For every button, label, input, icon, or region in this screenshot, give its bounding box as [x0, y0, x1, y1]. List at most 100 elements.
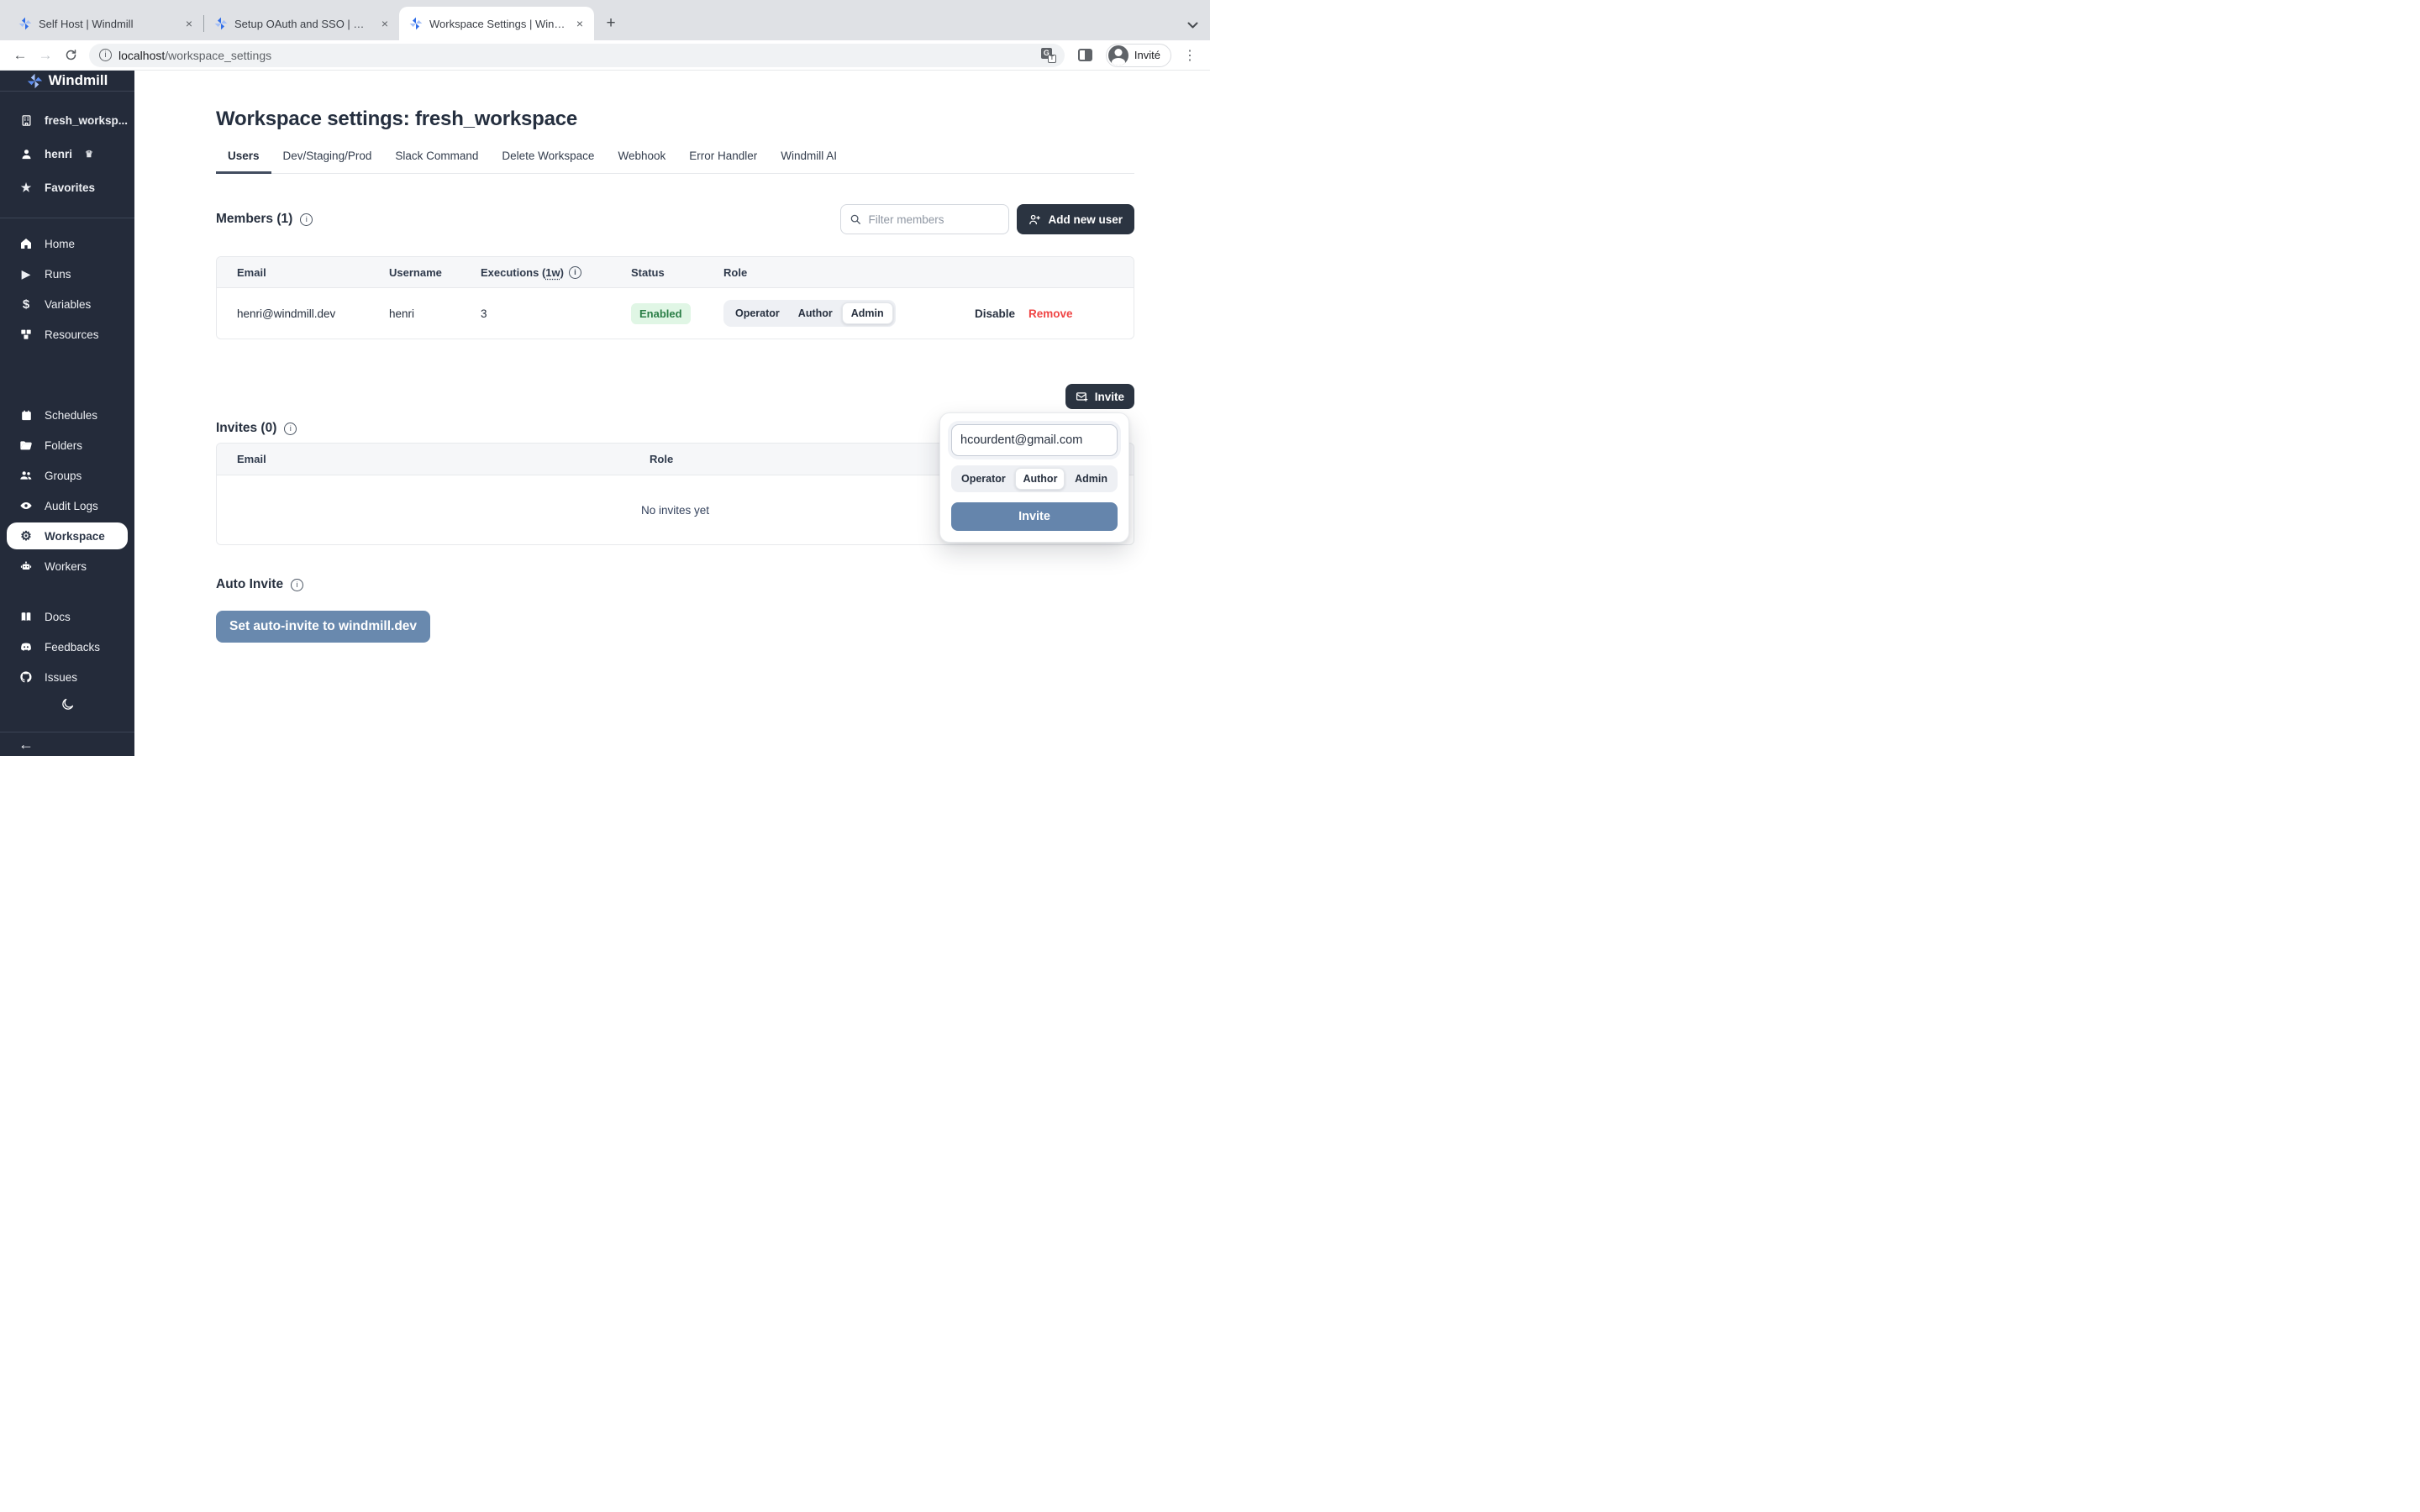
role-author[interactable]: Author — [1015, 468, 1065, 490]
sidebar-item-docs[interactable]: Docs — [0, 601, 134, 632]
auto-invite-heading: Auto Invite — [216, 577, 283, 592]
tab-users[interactable]: Users — [216, 144, 271, 173]
tab-webhook[interactable]: Webhook — [606, 144, 677, 173]
close-icon[interactable]: × — [572, 16, 587, 31]
sidebar-item-feedbacks[interactable]: Feedbacks — [0, 632, 134, 662]
user-icon — [18, 148, 34, 160]
info-icon[interactable] — [300, 213, 313, 226]
browser-profile-button[interactable]: Invité — [1106, 44, 1171, 67]
profile-avatar-icon — [1108, 45, 1128, 66]
collapse-sidebar-icon[interactable]: ← — [18, 736, 34, 753]
user-plus-icon — [1028, 213, 1041, 226]
remove-button[interactable]: Remove — [1028, 307, 1073, 320]
filter-members-input[interactable] — [868, 213, 1000, 226]
star-icon: ★ — [18, 181, 34, 193]
address-bar[interactable]: localhost/workspace_settings GT — [89, 44, 1065, 67]
moon-icon — [62, 700, 72, 710]
tab-error-handler[interactable]: Error Handler — [677, 144, 769, 173]
new-tab-button[interactable]: + — [599, 12, 623, 35]
tab-title: Self Host | Windmill — [39, 18, 175, 30]
tab-strip: Self Host | Windmill × Setup OAuth and S… — [0, 0, 1210, 40]
back-button[interactable]: ← — [8, 44, 32, 67]
sidebar-item-workers[interactable]: Workers — [0, 551, 134, 581]
profile-name: Invité — [1134, 49, 1160, 61]
workspace-name: fresh_worksp... — [45, 114, 128, 127]
tab-slack-command[interactable]: Slack Command — [383, 144, 490, 173]
brand-name: Windmill — [49, 72, 108, 89]
sidebar-item-home[interactable]: Home — [0, 228, 134, 259]
info-icon[interactable] — [291, 579, 303, 591]
sidebar-item-folders[interactable]: Folders — [0, 430, 134, 460]
sidebar-item-variables[interactable]: $ Variables — [0, 289, 134, 319]
invite-role-toggle: Operator Author Admin — [951, 465, 1118, 492]
member-email: henri@windmill.dev — [237, 307, 389, 320]
status-badge: Enabled — [631, 303, 691, 324]
main-content: Workspace settings: fresh_workspace User… — [134, 71, 1210, 756]
tab-dev-staging-prod[interactable]: Dev/Staging/Prod — [271, 144, 384, 173]
sidebar-item-workspace-switcher[interactable]: fresh_worksp... — [0, 103, 134, 137]
sidebar-item-audit-logs[interactable]: Audit Logs — [0, 491, 134, 521]
windmill-favicon — [18, 17, 32, 30]
sidebar-item-user[interactable]: henri ♛ — [0, 137, 134, 171]
windmill-favicon — [214, 17, 228, 30]
gear-icon: ⚙ — [18, 530, 34, 543]
sidebar-item-issues[interactable]: Issues — [0, 662, 134, 692]
invites-heading: Invites (0) — [216, 421, 276, 436]
info-icon[interactable] — [569, 266, 581, 279]
tab-title: Workspace Settings | Windmill — [429, 18, 566, 30]
sidebar-item-favorites[interactable]: ★ Favorites — [0, 171, 134, 204]
windmill-logo[interactable]: Windmill — [0, 71, 134, 92]
page-info-icon[interactable] — [99, 49, 112, 61]
invite-button[interactable]: Invite — [1065, 384, 1134, 409]
browser-chrome: Self Host | Windmill × Setup OAuth and S… — [0, 0, 1210, 71]
dark-mode-toggle[interactable] — [60, 697, 75, 711]
page-title: Workspace settings: fresh_workspace — [216, 108, 1134, 131]
col-status: Status — [631, 266, 723, 279]
close-icon[interactable]: × — [182, 16, 197, 31]
col-username: Username — [389, 266, 481, 279]
home-icon — [18, 237, 34, 250]
members-table: Email Username Executions (1w) Status Ro… — [216, 256, 1134, 339]
browser-tab-active[interactable]: Workspace Settings | Windmill × — [399, 7, 594, 40]
sidebar-item-resources[interactable]: Resources — [0, 319, 134, 349]
url-text: localhost/workspace_settings — [118, 49, 271, 62]
role-admin[interactable]: Admin — [1067, 468, 1115, 490]
tab-search-chevron-icon[interactable] — [1187, 22, 1198, 29]
sidebar-item-schedules[interactable]: Schedules — [0, 400, 134, 430]
forward-button[interactable]: → — [34, 44, 57, 67]
disable-button[interactable]: Disable — [975, 307, 1015, 320]
translate-icon[interactable]: GT — [1041, 48, 1056, 63]
info-icon[interactable] — [284, 423, 297, 435]
invite-submit-button[interactable]: Invite — [951, 502, 1118, 531]
windmill-logo-icon — [27, 73, 43, 89]
browser-menu-icon[interactable]: ⋮ — [1178, 47, 1202, 64]
role-author[interactable]: Author — [789, 302, 842, 324]
reload-button[interactable] — [59, 44, 82, 67]
sidebar-item-groups[interactable]: Groups — [0, 460, 134, 491]
add-new-user-button[interactable]: Add new user — [1017, 204, 1134, 234]
role-operator[interactable]: Operator — [954, 468, 1013, 490]
close-icon[interactable]: × — [377, 16, 392, 31]
invite-email-input[interactable] — [951, 424, 1118, 456]
eye-icon — [18, 499, 34, 512]
folder-icon — [18, 438, 34, 452]
side-panel-icon[interactable] — [1078, 49, 1092, 61]
role-operator[interactable]: Operator — [726, 302, 789, 324]
dollar-icon: $ — [18, 298, 34, 311]
set-auto-invite-button[interactable]: Set auto-invite to windmill.dev — [216, 611, 430, 643]
browser-tab-1[interactable]: Self Host | Windmill × — [8, 7, 203, 40]
sidebar-item-workspace[interactable]: ⚙ Workspace — [7, 522, 128, 549]
role-admin[interactable]: Admin — [842, 302, 893, 324]
members-table-header: Email Username Executions (1w) Status Ro… — [217, 257, 1134, 288]
url-host: localhost — [118, 49, 165, 62]
browser-tab-2[interactable]: Setup OAuth and SSO | Windm × — [204, 7, 399, 40]
building-icon — [18, 114, 34, 127]
sidebar-item-runs[interactable]: ▶ Runs — [0, 259, 134, 289]
tab-delete-workspace[interactable]: Delete Workspace — [490, 144, 606, 173]
tab-windmill-ai[interactable]: Windmill AI — [769, 144, 849, 173]
mail-plus-icon — [1076, 391, 1088, 403]
col-email: Email — [237, 266, 389, 279]
browser-toolbar: ← → localhost/workspace_settings GT Invi… — [0, 40, 1210, 71]
github-icon — [18, 670, 34, 684]
member-username: henri — [389, 307, 481, 320]
